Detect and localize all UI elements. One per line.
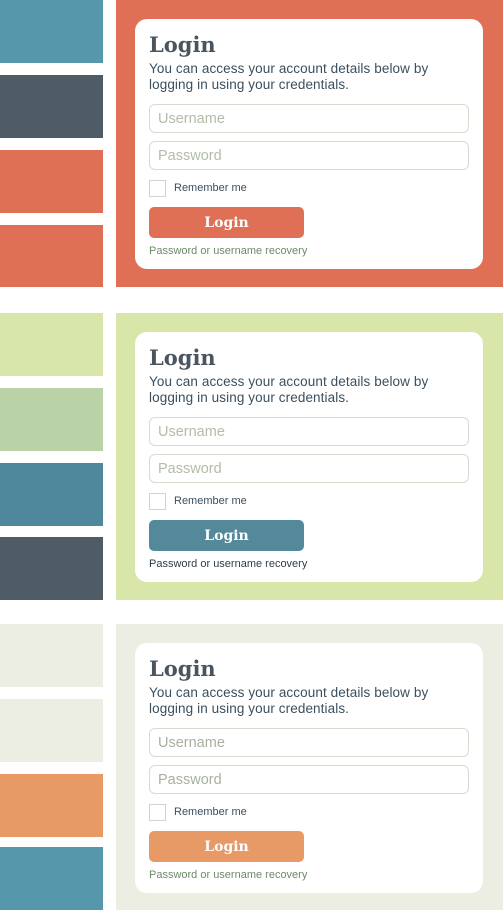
color-swatch-4 [0,537,103,600]
color-swatch-1 [0,0,103,63]
color-swatch-4 [0,225,103,287]
password-recovery-link[interactable]: Password or username recovery [149,557,469,571]
login-panel-background: Login You can access your account detail… [116,313,503,600]
color-swatch-2 [0,699,103,762]
remember-me-checkbox[interactable] [149,492,166,510]
login-title: Login [149,656,216,681]
password-recovery-link[interactable]: Password or username recovery [149,868,469,882]
login-title: Login [149,345,216,370]
color-swatch-4 [0,847,103,910]
login-button[interactable]: Login [149,207,304,238]
color-swatch-1 [0,313,103,376]
login-panel-background: Login You can access your account detail… [116,624,503,910]
remember-me-row: Remember me [149,179,469,197]
color-swatch-3 [0,774,103,837]
login-card: Login You can access your account detail… [135,643,483,893]
color-swatch-3 [0,150,103,213]
username-input[interactable] [149,728,469,757]
remember-me-checkbox[interactable] [149,179,166,197]
login-card: Login You can access your account detail… [135,19,483,269]
username-input[interactable] [149,417,469,446]
login-button[interactable]: Login [149,831,304,862]
remember-me-row: Remember me [149,803,469,821]
login-description: You can access your account details belo… [149,374,429,405]
remember-me-label: Remember me [174,495,247,507]
login-theme-coral: Login You can access your account detail… [0,0,503,287]
password-input[interactable] [149,765,469,794]
remember-me-label: Remember me [174,806,247,818]
login-theme-green: Login You can access your account detail… [0,313,503,600]
login-description: You can access your account details belo… [149,685,429,716]
login-title: Login [149,32,216,57]
login-card: Login You can access your account detail… [135,332,483,582]
color-swatch-2 [0,75,103,138]
color-swatch-3 [0,463,103,526]
login-panel-background: Login You can access your account detail… [116,0,503,287]
password-input[interactable] [149,454,469,483]
remember-me-checkbox[interactable] [149,803,166,821]
password-recovery-link[interactable]: Password or username recovery [149,244,469,258]
color-swatch-1 [0,624,103,687]
remember-me-row: Remember me [149,492,469,510]
password-input[interactable] [149,141,469,170]
username-input[interactable] [149,104,469,133]
login-theme-neutral: Login You can access your account detail… [0,624,503,910]
color-swatch-2 [0,388,103,451]
login-button[interactable]: Login [149,520,304,551]
remember-me-label: Remember me [174,182,247,194]
login-description: You can access your account details belo… [149,61,429,92]
